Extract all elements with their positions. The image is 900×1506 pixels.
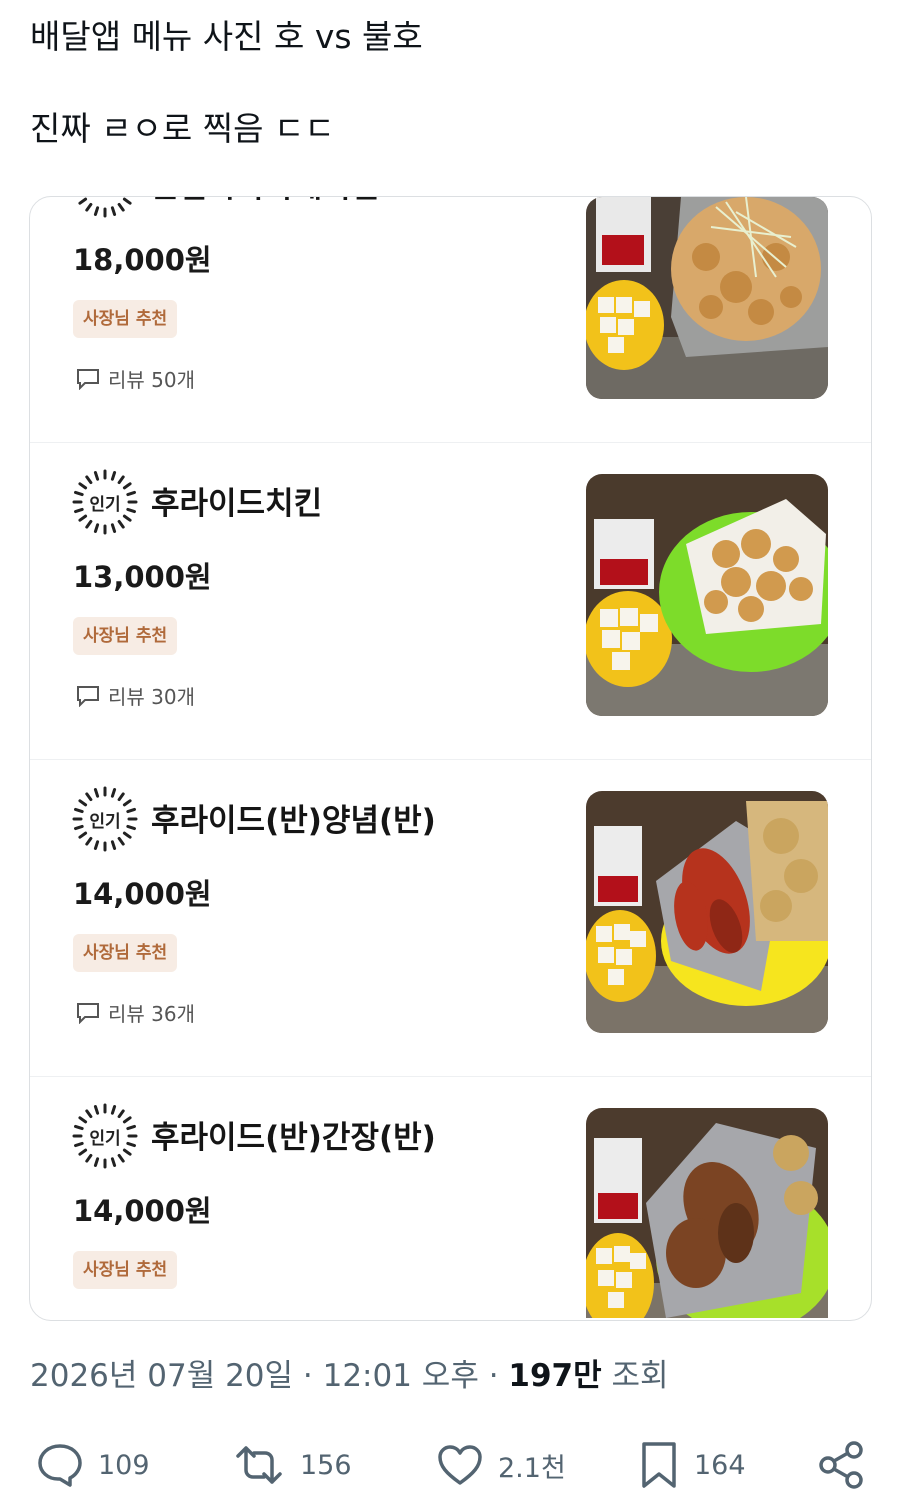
tweet-line-1: 배달앱 메뉴 사진 호 vs 불호	[30, 17, 423, 56]
chicken-photo-icon	[586, 474, 828, 716]
popular-badge-label: 인기	[72, 197, 138, 198]
tweet-text: 배달앱 메뉴 사진 호 vs 불호 진짜 ㄹㅇ로 찍음 ㄷㄷ	[30, 14, 423, 152]
menu-item-name: 순살가라아게치킨	[151, 197, 379, 206]
bookmark-button[interactable]: 164	[638, 1430, 746, 1500]
menu-item-price: 14,000원	[73, 1194, 212, 1228]
menu-item[interactable]: 인기 후라이드치킨 13,000원 사장님 추천 리뷰 30개	[30, 441, 871, 760]
review-count-label: 리뷰 30개	[108, 685, 196, 709]
heart-icon	[438, 1445, 482, 1485]
tweet-actions: 109 156 2.1천 164	[0, 1430, 900, 1500]
popular-badge-label: 인기	[89, 1129, 121, 1149]
popular-badge: 인기	[72, 197, 138, 218]
views-count: 197만	[508, 1358, 602, 1394]
menu-item-name: 후라이드(반)양념(반)	[151, 803, 436, 839]
menu-item[interactable]: 인기 순살가라아게치킨 18,000원 사장님 추천 리뷰 50개	[30, 197, 871, 443]
reply-count: 109	[98, 1449, 150, 1481]
menu-item-price: 14,000원	[73, 877, 212, 911]
menu-item-name: 후라이드치킨	[151, 486, 323, 522]
food-photo[interactable]	[586, 474, 828, 716]
bookmark-icon	[642, 1442, 676, 1488]
comment-icon	[77, 1002, 99, 1024]
menu-item-price: 18,000원	[73, 243, 212, 277]
bookmark-count: 164	[694, 1449, 746, 1481]
chicken-photo-icon	[586, 1108, 828, 1318]
popular-badge-label: 인기	[89, 812, 121, 832]
owner-recommend-tag: 사장님 추천	[73, 934, 178, 972]
owner-recommend-tag: 사장님 추천	[73, 1251, 178, 1289]
food-photo[interactable]	[586, 197, 828, 399]
like-button[interactable]: 2.1천	[436, 1430, 566, 1500]
retweet-icon	[236, 1446, 282, 1484]
chicken-photo-icon	[586, 791, 828, 1033]
popular-badge: 인기	[72, 786, 138, 852]
tweet-line-2: 진짜 ㄹㅇ로 찍음 ㄷㄷ	[30, 109, 335, 148]
sunburst-icon	[78, 197, 132, 218]
meta-separator: ·	[478, 1358, 509, 1394]
retweet-button[interactable]: 156	[232, 1430, 352, 1500]
tweet-datetime[interactable]: 2026년 07월 20일 · 12:01 오후	[30, 1358, 479, 1394]
menu-item[interactable]: 인기 후라이드(반)양념(반) 14,000원 사장님 추천 리뷰 36개	[30, 758, 871, 1077]
popular-badge-label: 인기	[89, 495, 121, 515]
reply-button[interactable]: 109	[36, 1430, 150, 1500]
menu-item-name: 후라이드(반)간장(반)	[151, 1120, 436, 1156]
menu-item-price: 13,000원	[73, 560, 212, 594]
review-count-label: 리뷰 50개	[108, 368, 196, 392]
owner-recommend-tag: 사장님 추천	[73, 300, 178, 338]
comment-icon	[77, 368, 99, 390]
review-count[interactable]: 리뷰 36개	[76, 998, 195, 1027]
reply-icon	[38, 1444, 82, 1487]
like-count: 2.1천	[498, 1452, 566, 1484]
review-count[interactable]: 리뷰 30개	[76, 681, 195, 710]
retweet-count: 156	[300, 1449, 352, 1481]
share-button[interactable]	[816, 1430, 866, 1500]
menu-item[interactable]: 인기 후라이드(반)간장(반) 14,000원 사장님 추천	[30, 1075, 871, 1320]
owner-recommend-tag: 사장님 추천	[73, 617, 178, 655]
share-icon	[819, 1441, 863, 1489]
chicken-photo-icon	[586, 197, 828, 399]
food-photo[interactable]	[586, 791, 828, 1033]
review-count-label: 리뷰 36개	[108, 1002, 196, 1026]
views-label: 조회	[601, 1358, 669, 1394]
comment-icon	[77, 685, 99, 707]
popular-badge: 인기	[72, 469, 138, 535]
attached-image-card[interactable]: 인기 순살가라아게치킨 18,000원 사장님 추천 리뷰 50개	[29, 196, 872, 1321]
food-photo[interactable]	[586, 1108, 828, 1318]
popular-badge: 인기	[72, 1103, 138, 1169]
tweet-meta: 2026년 07월 20일 · 12:01 오후 · 197만 조회	[30, 1350, 669, 1395]
review-count[interactable]: 리뷰 50개	[76, 364, 195, 393]
